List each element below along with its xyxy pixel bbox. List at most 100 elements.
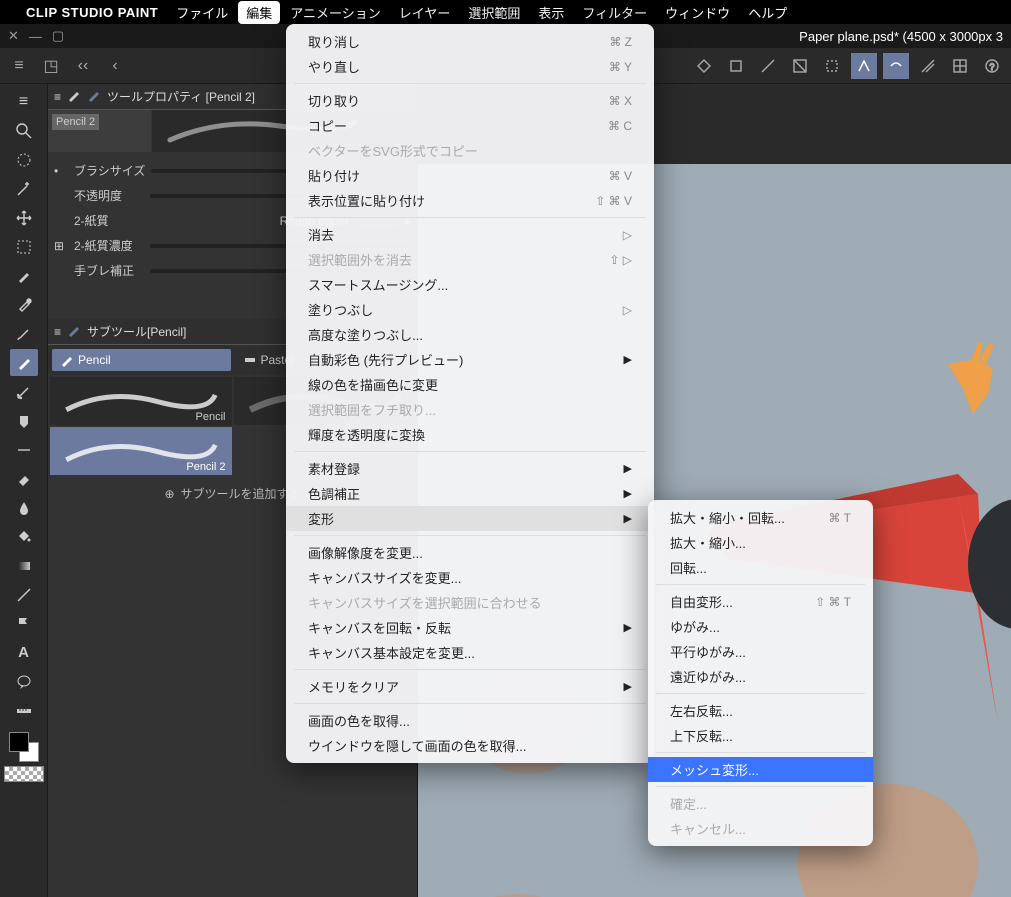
wand-tool-icon[interactable] xyxy=(10,175,38,202)
selection-tool-icon[interactable] xyxy=(10,233,38,260)
help-icon[interactable]: ? xyxy=(979,53,1005,79)
subtool-pencil[interactable]: Pencil xyxy=(50,377,232,425)
balloon-tool-icon[interactable] xyxy=(10,668,38,695)
menu-layer[interactable]: レイヤー xyxy=(399,3,451,22)
menu-help[interactable]: ヘルプ xyxy=(748,3,787,22)
airbrush-tool-icon[interactable] xyxy=(10,378,38,405)
menu-item[interactable]: キャンバスを回転・反転▶ xyxy=(286,615,654,640)
menu-animation[interactable]: アニメーション xyxy=(290,3,380,22)
brush-name: Pencil 2 xyxy=(52,114,99,130)
separator xyxy=(294,535,646,536)
menu-item: 選択範囲をフチ取り... xyxy=(286,397,654,422)
menu-item[interactable]: 画像解像度を変更... xyxy=(286,540,654,565)
menu-item[interactable]: 回転... xyxy=(648,555,873,580)
menu-item[interactable]: 平行ゆがみ... xyxy=(648,639,873,664)
separator xyxy=(656,584,865,585)
color-swatch[interactable] xyxy=(9,732,39,762)
menu-item[interactable]: 輝度を透明度に変換 xyxy=(286,422,654,447)
bucket-tool-icon[interactable] xyxy=(10,523,38,550)
eraser-tool-icon[interactable] xyxy=(10,465,38,492)
marquee-tool-icon[interactable] xyxy=(10,146,38,173)
separator xyxy=(656,752,865,753)
menu-item[interactable]: 取り消し⌘ Z xyxy=(286,29,654,54)
menu-window[interactable]: ウィンドウ xyxy=(665,3,730,22)
snap-e-icon[interactable] xyxy=(883,53,909,79)
gradient-tool-icon[interactable] xyxy=(10,552,38,579)
nav-caret-icon[interactable]: ‹ xyxy=(102,53,128,79)
snap-b-icon[interactable] xyxy=(787,53,813,79)
menu-item: 選択範囲外を消去⇧ ▷ xyxy=(286,247,654,272)
menu-item[interactable]: ゆがみ... xyxy=(648,614,873,639)
search-tool-icon[interactable] xyxy=(10,117,38,144)
app-name[interactable]: CLIP STUDIO PAINT xyxy=(26,5,158,20)
menu-edit[interactable]: 編集 xyxy=(238,1,280,24)
snap-diamond-icon[interactable] xyxy=(691,53,717,79)
menu-selection[interactable]: 選択範囲 xyxy=(468,3,520,22)
eyedrop-tool-icon[interactable] xyxy=(10,291,38,318)
nav-back-icon[interactable]: ≡ xyxy=(6,53,32,79)
menu-item[interactable]: キャンバス基本設定を変更... xyxy=(286,640,654,665)
brush-tool-icon[interactable] xyxy=(10,320,38,347)
nav-splash-icon[interactable]: ◳ xyxy=(38,53,64,79)
menu-filter[interactable]: フィルター xyxy=(582,3,647,22)
menu-item[interactable]: 塗りつぶし▷ xyxy=(286,297,654,322)
move-tool-icon[interactable] xyxy=(10,204,38,231)
hamburger-icon[interactable]: ≡ xyxy=(54,325,61,339)
menu-item[interactable]: メッシュ変形... xyxy=(648,757,873,782)
menu-item[interactable]: 色調補正▶ xyxy=(286,481,654,506)
close-icon[interactable]: ✕ xyxy=(8,28,19,44)
menu-item[interactable]: 高度な塗りつぶし... xyxy=(286,322,654,347)
shape-tool-icon[interactable] xyxy=(10,581,38,608)
chevron-right-icon: ▶ xyxy=(624,353,632,366)
separator xyxy=(294,669,646,670)
menu-item[interactable]: スマートスムージング... xyxy=(286,272,654,297)
maximize-icon[interactable]: ▢ xyxy=(52,28,64,44)
panel-title: サブツール[Pencil] xyxy=(87,323,186,340)
snap-c-icon[interactable] xyxy=(819,53,845,79)
menu-item[interactable]: 遠近ゆがみ... xyxy=(648,664,873,689)
menu-item[interactable]: やり直し⌘ Y xyxy=(286,54,654,79)
transparent-swatch[interactable] xyxy=(4,766,44,782)
menu-item[interactable]: 切り取り⌘ X xyxy=(286,88,654,113)
snap-f-icon[interactable] xyxy=(915,53,941,79)
flag-tool-icon[interactable] xyxy=(10,610,38,637)
grid-icon[interactable] xyxy=(947,53,973,79)
subtool-tab-pencil[interactable]: Pencil xyxy=(52,349,231,371)
menu-file[interactable]: ファイル xyxy=(176,3,228,22)
menu-item[interactable]: コピー⌘ C xyxy=(286,113,654,138)
menu-item[interactable]: 画面の色を取得... xyxy=(286,708,654,733)
menu-item[interactable]: メモリをクリア▶ xyxy=(286,674,654,699)
pen-tool-icon[interactable] xyxy=(10,262,38,289)
menu-item[interactable]: ウインドウを隠して画面の色を取得... xyxy=(286,733,654,758)
document-title: Paper plane.psd* (4500 x 3000px 3 xyxy=(799,29,1003,44)
ruler-tool-icon[interactable] xyxy=(10,697,38,724)
menu-item[interactable]: 消去▷ xyxy=(286,222,654,247)
line-tool-icon[interactable] xyxy=(10,436,38,463)
snap-d-icon[interactable] xyxy=(851,53,877,79)
minimize-icon[interactable]: — xyxy=(29,29,42,44)
menu-item[interactable]: 左右反転... xyxy=(648,698,873,723)
menu-item[interactable]: 変形▶ xyxy=(286,506,654,531)
hamburger-icon[interactable]: ≡ xyxy=(10,88,38,115)
hamburger-icon[interactable]: ≡ xyxy=(54,90,61,104)
snap-a-icon[interactable] xyxy=(755,53,781,79)
chevron-right-icon: ▶ xyxy=(624,487,632,500)
menu-item[interactable]: キャンバスサイズを変更... xyxy=(286,565,654,590)
menu-item[interactable]: 線の色を描画色に変更 xyxy=(286,372,654,397)
menu-item[interactable]: 上下反転... xyxy=(648,723,873,748)
text-tool-icon[interactable]: A xyxy=(10,639,38,666)
menu-item[interactable]: 貼り付け⌘ V xyxy=(286,163,654,188)
nav-left-icon[interactable]: ‹‹ xyxy=(70,53,96,79)
pencil-tool-icon[interactable] xyxy=(10,349,38,376)
subtool-pencil2[interactable]: Pencil 2 xyxy=(50,427,232,475)
menu-item[interactable]: 拡大・縮小... xyxy=(648,530,873,555)
fill-tool-icon[interactable] xyxy=(10,407,38,434)
menu-item[interactable]: 自動彩色 (先行プレビュー)▶ xyxy=(286,347,654,372)
blend-tool-icon[interactable] xyxy=(10,494,38,521)
menu-item[interactable]: 表示位置に貼り付け⇧ ⌘ V xyxy=(286,188,654,213)
menu-item[interactable]: 拡大・縮小・回転...⌘ T xyxy=(648,505,873,530)
snap-crop-icon[interactable] xyxy=(723,53,749,79)
menu-item[interactable]: 素材登録▶ xyxy=(286,456,654,481)
menu-view[interactable]: 表示 xyxy=(538,3,564,22)
menu-item[interactable]: 自由変形...⇧ ⌘ T xyxy=(648,589,873,614)
